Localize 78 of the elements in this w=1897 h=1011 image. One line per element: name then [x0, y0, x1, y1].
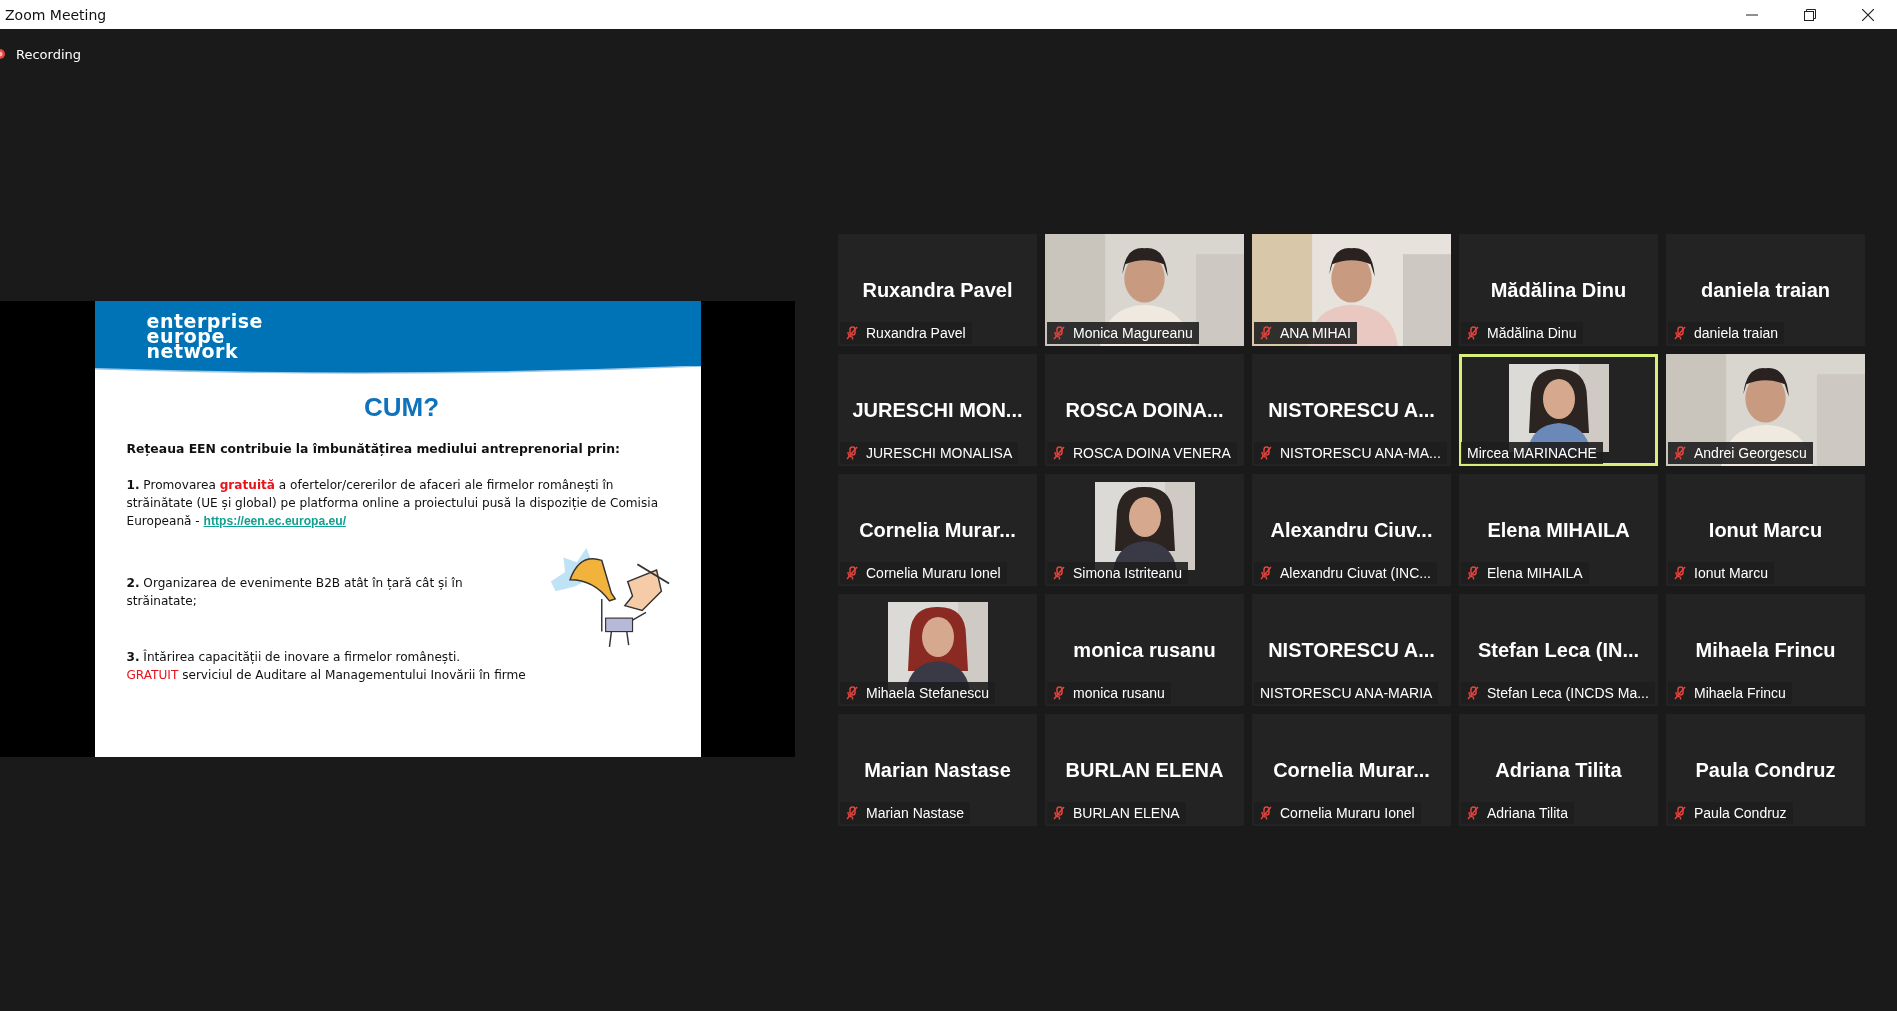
participant-label: Mircea MARINACHE	[1467, 445, 1597, 461]
participant-label: Cornelia Muraru Ionel	[1280, 805, 1415, 821]
participant-tile[interactable]: Monica Magureanu	[1045, 234, 1244, 346]
participant-label: Adriana Tilita	[1487, 805, 1568, 821]
participant-label: NISTORESCU ANA-MA...	[1280, 445, 1441, 461]
participant-name: Elena MIHAILA	[1487, 518, 1630, 542]
participant-name: Mădălina Dinu	[1490, 278, 1627, 302]
participant-name: Alexandru Ciuv...	[1270, 518, 1433, 542]
participant-name: BURLAN ELENA	[1065, 758, 1224, 782]
participant-label: Andrei Georgescu	[1694, 445, 1807, 461]
participant-label: Alexandru Ciuvat (INC...	[1280, 565, 1431, 581]
participant-label: Cornelia Muraru Ionel	[866, 565, 1001, 581]
participant-tile[interactable]: Ionut Marcu Ionut Marcu	[1666, 474, 1865, 586]
participant-label: Elena MIHAILA	[1487, 565, 1583, 581]
participant-name: Ionut Marcu	[1708, 518, 1823, 542]
participant-label: Simona Istriteanu	[1073, 565, 1182, 581]
participant-name: NISTORESCU A...	[1268, 398, 1435, 422]
participant-tile[interactable]: Ruxandra Pavel Ruxandra Pavel	[838, 234, 1037, 346]
participant-tile[interactable]: Stefan Leca (IN... Stefan Leca (INCDS Ma...	[1459, 594, 1658, 706]
participant-name: NISTORESCU A...	[1268, 638, 1435, 662]
participant-tile[interactable]: Mihaela Frincu Mihaela Frincu	[1666, 594, 1865, 706]
participant-tile[interactable]: ANA MIHAI	[1252, 234, 1451, 346]
participant-tile[interactable]: monica rusanu monica rusanu	[1045, 594, 1244, 706]
recording-label: Recording	[16, 46, 82, 62]
participant-name: Marian Nastase	[864, 758, 1011, 782]
participant-name: daniela traian	[1701, 278, 1830, 302]
participant-tile[interactable]: Cornelia Murar... Cornelia Muraru Ionel	[838, 474, 1037, 586]
participant-name: Paula Condruz	[1695, 758, 1836, 782]
participant-name: JURESCHI MON...	[852, 398, 1023, 422]
participant-name: ROSCA DOINA...	[1065, 398, 1224, 422]
participant-name: Ruxandra Pavel	[862, 278, 1013, 302]
participant-name: Mihaela Frincu	[1695, 638, 1836, 662]
restore-icon[interactable]	[1804, 8, 1816, 21]
participant-tile[interactable]: Mircea MARINACHE	[1459, 354, 1658, 466]
participant-tile[interactable]: Alexandru Ciuv... Alexandru Ciuvat (INC...	[1252, 474, 1451, 586]
participant-label: monica rusanu	[1073, 685, 1165, 701]
participant-tile[interactable]: BURLAN ELENA BURLAN ELENA	[1045, 714, 1244, 826]
participant-label: Monica Magureanu	[1073, 325, 1193, 341]
participant-name: Cornelia Murar...	[859, 518, 1016, 542]
participant-tile[interactable]: Adriana Tilita Adriana Tilita	[1459, 714, 1658, 826]
participant-tile[interactable]: Andrei Georgescu	[1666, 354, 1865, 466]
close-icon[interactable]	[1862, 8, 1874, 21]
participant-tile[interactable]: Marian Nastase Marian Nastase	[838, 714, 1037, 826]
participant-label: Stefan Leca (INCDS Ma...	[1487, 685, 1649, 701]
participant-label: ROSCA DOINA VENERA	[1073, 445, 1231, 461]
window-title: Zoom Meeting	[4, 6, 107, 23]
participant-label: Mădălina Dinu	[1487, 325, 1577, 341]
participant-tile[interactable]: daniela traian daniela traian	[1666, 234, 1865, 346]
participant-tile[interactable]: NISTORESCU A... NISTORESCU ANA-MARIA	[1252, 594, 1451, 706]
participant-tile[interactable]: Simona Istriteanu	[1045, 474, 1244, 586]
participant-label: ANA MIHAI	[1280, 325, 1351, 341]
participant-tile[interactable]: Cornelia Murar... Cornelia Muraru Ionel	[1252, 714, 1451, 826]
participant-label: daniela traian	[1694, 325, 1779, 341]
slide-intro: Rețeaua EEN contribuie la îmbunătățirea mediului antreprenorial prin:	[126, 441, 621, 456]
participant-label: NISTORESCU ANA-MARIA	[1260, 685, 1433, 701]
participant-label: Ionut Marcu	[1694, 565, 1768, 581]
participant-label: JURESCHI MONALISA	[866, 445, 1013, 461]
slide-paragraph: 2. Organizarea de evenimente B2B atât în țară cât și în străinatate;	[126, 575, 464, 610]
participant-label: Mihaela Frincu	[1694, 685, 1786, 701]
participant-name: monica rusanu	[1073, 638, 1216, 662]
participant-tile[interactable]: Mădălina Dinu Mădălina Dinu	[1459, 234, 1658, 346]
slide-paragraph: 3. Întărirea capacității de inovare a firmelor românești. GRATUIT serviciul de Auditare al Managementului Inovării în firme	[126, 648, 527, 684]
participant-label: Ruxandra Pavel	[866, 325, 966, 341]
participant-name: Cornelia Murar...	[1273, 758, 1430, 782]
participant-label: Mihaela Stefanescu	[866, 685, 989, 701]
participant-tile[interactable]: NISTORESCU A... NISTORESCU ANA-MA...	[1252, 354, 1451, 466]
participant-label: Paula Condruz	[1694, 805, 1787, 821]
participant-label: BURLAN ELENA	[1073, 805, 1180, 821]
participant-tile[interactable]: Elena MIHAILA Elena MIHAILA	[1459, 474, 1658, 586]
participant-tile[interactable]: Paula Condruz Paula Condruz	[1666, 714, 1865, 826]
participant-tile[interactable]: JURESCHI MON... JURESCHI MONALISA	[838, 354, 1037, 466]
participant-label: Marian Nastase	[866, 805, 965, 821]
participant-name: Stefan Leca (IN...	[1477, 638, 1640, 662]
slide-paragraph: 1. Promovarea gratuită a ofertelor/cererilor de afaceri ale firmelor românești în străinătate (UE și global) pe platforma online a proiectului pusă la dispoziție de Comisia Europeană - https://een.ec.europa.eu/	[126, 477, 660, 530]
slide-title: CUM?	[362, 392, 441, 423]
participant-tile[interactable]: ROSCA DOINA... ROSCA DOINA VENERA	[1045, 354, 1244, 466]
participant-name: Adriana Tilita	[1495, 758, 1622, 782]
participant-tile[interactable]: Mihaela Stefanescu	[838, 594, 1037, 706]
